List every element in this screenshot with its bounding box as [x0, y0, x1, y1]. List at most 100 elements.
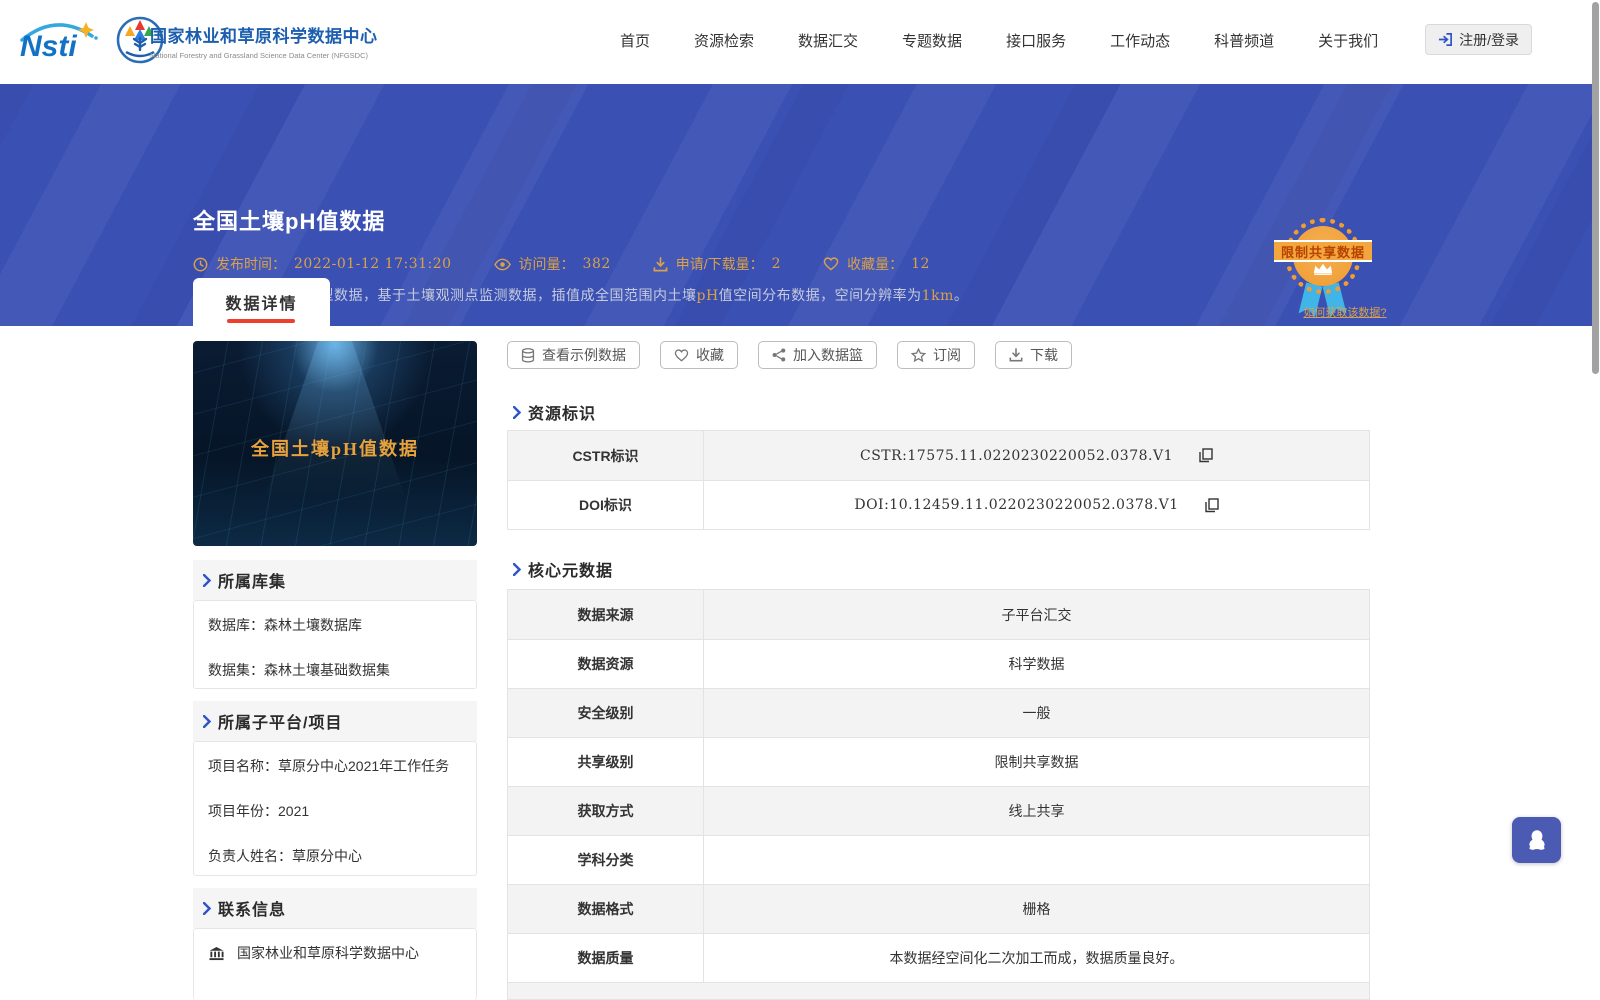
table-row: 安全级别 一般: [508, 688, 1369, 737]
share-icon: [772, 348, 786, 362]
stat-publish-time: 发布时间： 2022-01-12 17:31:20: [193, 254, 452, 274]
section-project: 所属子平台/项目: [193, 701, 477, 741]
row-value: 本数据经空间化二次加工而成，数据质量良好。: [889, 950, 1184, 966]
row-value: 栅格: [1022, 901, 1051, 917]
eye-icon: [493, 258, 511, 270]
project-box: 项目名称：草原分中心2021年工作任务 项目年份：2021 负责人姓名：草原分中…: [193, 741, 477, 876]
row-label: 数据质量: [508, 934, 704, 982]
download-button[interactable]: 下载: [995, 341, 1072, 369]
row-value: 科学数据: [1008, 656, 1065, 672]
dataset-title: 全国土壤pH值数据: [193, 209, 386, 234]
section-resource-id-title: 资源标识: [528, 406, 597, 423]
copy-icon[interactable]: [1204, 497, 1219, 513]
qq-chat-button[interactable]: [1512, 817, 1561, 863]
row-value: CSTR:17575.11.0220230220052.0378.V1: [704, 431, 1369, 480]
copy-icon[interactable]: [1199, 448, 1213, 463]
table-row: 获取方式 线上共享: [508, 786, 1369, 835]
row-label: 学科分类: [508, 836, 704, 884]
button-label: 查看示例数据: [542, 347, 626, 363]
download-icon: [1009, 348, 1023, 362]
heart-icon: [674, 348, 689, 362]
chevron-right-icon: [513, 405, 521, 419]
row-label: 数据资源: [508, 640, 704, 688]
site-name-en: National Forestry and Grassland Science …: [150, 51, 368, 60]
desc-text: pH: [696, 288, 719, 304]
section-library-title: 所属库集: [218, 574, 287, 591]
add-to-basket-button[interactable]: 加入数据篮: [758, 341, 877, 369]
view-sample-data-button[interactable]: 查看示例数据: [507, 341, 640, 369]
button-label: 加入数据篮: [793, 347, 863, 363]
table-row: 数据质量 本数据经空间化二次加工而成，数据质量良好。: [508, 933, 1369, 982]
resource-id-table: CSTR标识 CSTR:17575.11.0220230220052.0378.…: [507, 430, 1370, 530]
project-name-row: 项目名称：草原分中心2021年工作任务: [208, 758, 450, 774]
contact-box: 国家林业和草原科学数据中心: [193, 928, 477, 1000]
database-icon: [521, 347, 535, 363]
favorite-button[interactable]: 收藏: [660, 341, 738, 369]
contact-org-row: 国家林业和草原科学数据中心: [208, 931, 462, 976]
qq-penguin-icon: [1528, 830, 1545, 850]
stat-label: 收藏量：: [847, 256, 904, 272]
crown-icon: [1278, 262, 1368, 280]
svg-text:Nsti: Nsti: [20, 30, 77, 63]
register-login-label: 注册/登录: [1459, 31, 1519, 48]
nav-resource-search[interactable]: 资源检索: [694, 30, 754, 51]
register-login-button[interactable]: 注册/登录: [1425, 24, 1532, 55]
nsti-logo-icon: Nsti: [20, 22, 98, 63]
project-leader-row: 负责人姓名：草原分中心: [208, 848, 362, 864]
nav-data-submission[interactable]: 数据汇交: [798, 30, 858, 51]
table-row: 数据来源 子平台汇交: [508, 590, 1369, 639]
nav-about-us[interactable]: 关于我们: [1318, 30, 1378, 51]
subscribe-button[interactable]: 订阅: [897, 341, 975, 369]
row-value: 线上共享: [1008, 803, 1065, 819]
row-label: DOI标识: [508, 481, 704, 529]
nav-work-news[interactable]: 工作动态: [1110, 30, 1170, 51]
section-resource-id: 资源标识: [513, 400, 596, 424]
section-project-title: 所属子平台/项目: [218, 715, 343, 732]
table-row: 学科分类: [508, 835, 1369, 884]
row-value: [704, 836, 1369, 884]
tab-label: 数据详情: [225, 296, 298, 313]
button-label: 订阅: [933, 347, 961, 363]
doi-value: DOI:10.12459.11.0220230220052.0378.V1: [854, 497, 1179, 513]
row-label: 安全级别: [508, 689, 704, 737]
row-label: CSTR标识: [508, 431, 704, 480]
stat-visits: 访问量： 382: [493, 254, 611, 274]
nav-home[interactable]: 首页: [620, 30, 650, 51]
site-name: 国家林业和草原科学数据中心: [150, 27, 378, 46]
section-library: 所属库集: [193, 560, 477, 600]
page: English Version Nsti 国家林业和草原科学数据中心 Natio…: [0, 0, 1600, 1000]
table-row: 共享级别 限制共享数据: [508, 737, 1369, 786]
desc-text: 1km: [921, 288, 954, 304]
stat-value: 2: [771, 256, 782, 272]
row-value: 限制共享数据: [994, 754, 1079, 770]
stat-favorites: 收藏量： 12: [823, 254, 930, 274]
contact-org-name: 国家林业和草原科学数据中心: [237, 945, 419, 961]
stat-value: 12: [911, 256, 930, 272]
nav-api-service[interactable]: 接口服务: [1006, 30, 1066, 51]
button-label: 下载: [1030, 347, 1058, 363]
heart-icon: [823, 257, 839, 271]
login-icon: [1439, 33, 1453, 46]
row-label: 获取方式: [508, 787, 704, 835]
site-title-block: 国家林业和草原科学数据中心 National Forestry and Gras…: [150, 22, 420, 60]
badge-label: 限制共享数据: [1280, 244, 1365, 260]
library-database-row: 数据库：森林土壤数据库: [208, 617, 362, 633]
clock-icon: [193, 257, 208, 271]
stat-value: 2022-01-12 17:31:20: [294, 256, 452, 272]
how-to-get-data-link[interactable]: 如何获取该数据?: [1300, 304, 1390, 320]
scrollbar-thumb[interactable]: [1592, 2, 1599, 374]
row-label: 数据来源: [508, 590, 704, 639]
stat-label: 发布时间：: [216, 256, 286, 272]
nav-science-channel[interactable]: 科普频道: [1214, 30, 1274, 51]
section-contact: 联系信息: [193, 888, 477, 928]
site-header: Nsti 国家林业和草原科学数据中心 National Forestry and…: [0, 0, 1592, 84]
row-value: 子平台汇交: [1001, 606, 1072, 623]
nav-topic-data[interactable]: 专题数据: [902, 30, 962, 51]
institution-icon: [209, 946, 224, 961]
dataset-stats: 发布时间： 2022-01-12 17:31:20 访问量： 382 申请/下载量：…: [193, 254, 930, 274]
dataset-cover-image: 全国土壤pH值数据: [193, 341, 477, 546]
library-box: 数据库：森林土壤数据库 数据集：森林土壤基础数据集: [193, 600, 477, 689]
table-row: 数据格式 栅格: [508, 884, 1369, 933]
tab-data-details[interactable]: 数据详情: [193, 278, 330, 326]
chevron-right-icon: [513, 562, 521, 576]
